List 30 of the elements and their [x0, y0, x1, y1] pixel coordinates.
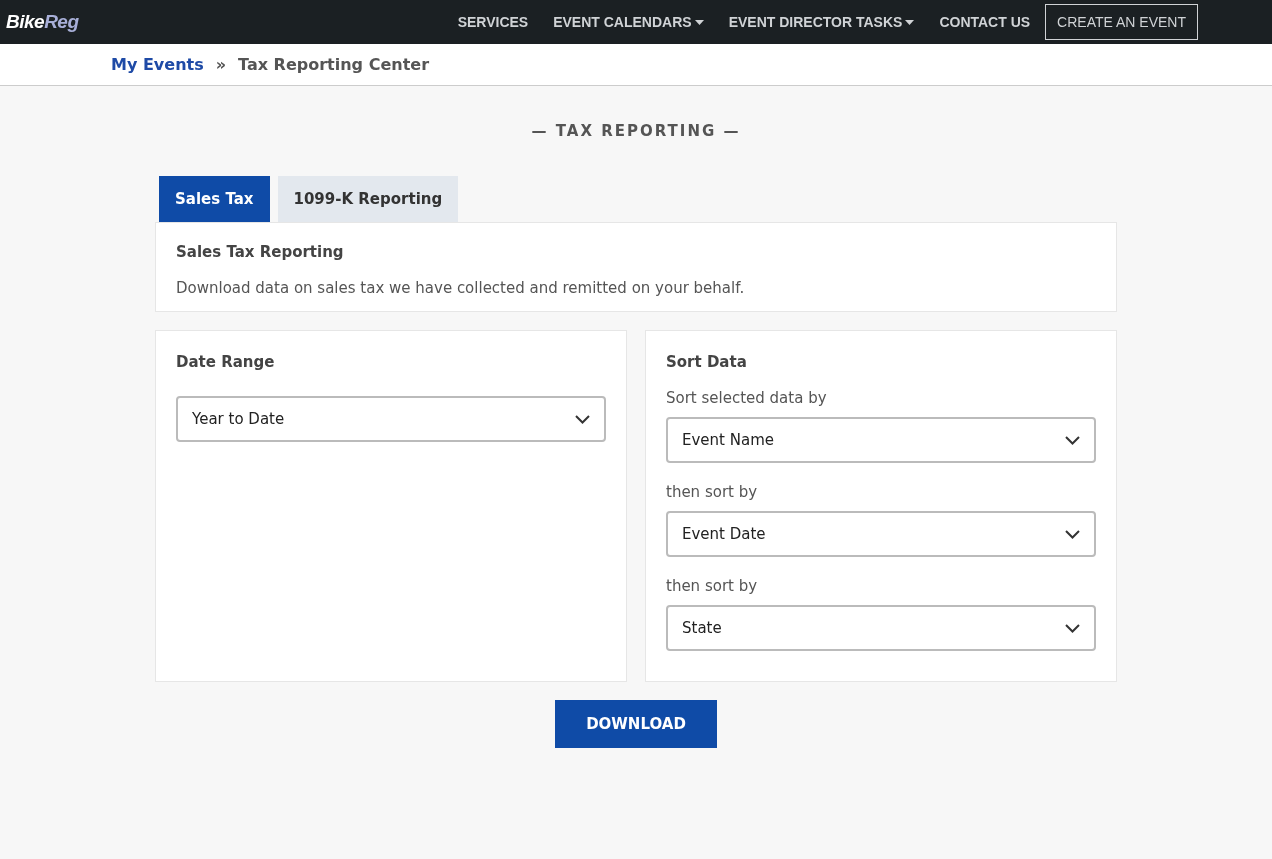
breadcrumb-link[interactable]: My Events — [111, 55, 204, 74]
caret-icon — [694, 19, 704, 25]
field-label: then sort by — [666, 483, 759, 501]
sort-select[interactable]: State — [666, 605, 1096, 651]
logo[interactable]: BikeReg — [6, 11, 79, 33]
chevron-down-icon — [575, 414, 590, 424]
description-text: Download data on sales tax we have collected and remitted on your behalf. — [176, 279, 746, 297]
sort-select[interactable]: Event Name — [666, 417, 1096, 463]
chevron-down-icon — [1065, 623, 1080, 633]
section-heading: — TAX REPORTING — — [531, 122, 741, 140]
field-label: Sort selected data by — [666, 389, 828, 407]
breadcrumb-current: Tax Reporting Center — [238, 55, 429, 74]
date-range-select[interactable]: Year to Date — [176, 396, 606, 442]
chevron-down-icon — [1065, 529, 1080, 539]
tab[interactable]: 1099-K Reporting — [277, 176, 459, 222]
nav-dropdown[interactable]: EVENT DIRECTOR TASKS — [728, 14, 915, 30]
breadcrumb-separator: » — [215, 55, 227, 74]
caret-icon — [905, 19, 915, 25]
nav-dropdown[interactable]: EVENT CALENDARS — [553, 14, 704, 30]
nav-link[interactable]: CONTACT US — [939, 14, 1031, 30]
create-event-button[interactable]: CREATE AN EVENT — [1045, 4, 1198, 40]
nav-link[interactable]: SERVICES — [457, 14, 529, 30]
tab[interactable]: Sales Tax — [159, 176, 270, 222]
card-title: Sort Data — [666, 353, 748, 371]
card-title: Date Range — [176, 353, 276, 371]
download-button[interactable]: DOWNLOAD — [555, 700, 717, 748]
card-title: Sales Tax Reporting — [176, 243, 345, 261]
sort-select[interactable]: Event Date — [666, 511, 1096, 557]
field-label: then sort by — [666, 577, 759, 595]
chevron-down-icon — [1065, 435, 1080, 445]
